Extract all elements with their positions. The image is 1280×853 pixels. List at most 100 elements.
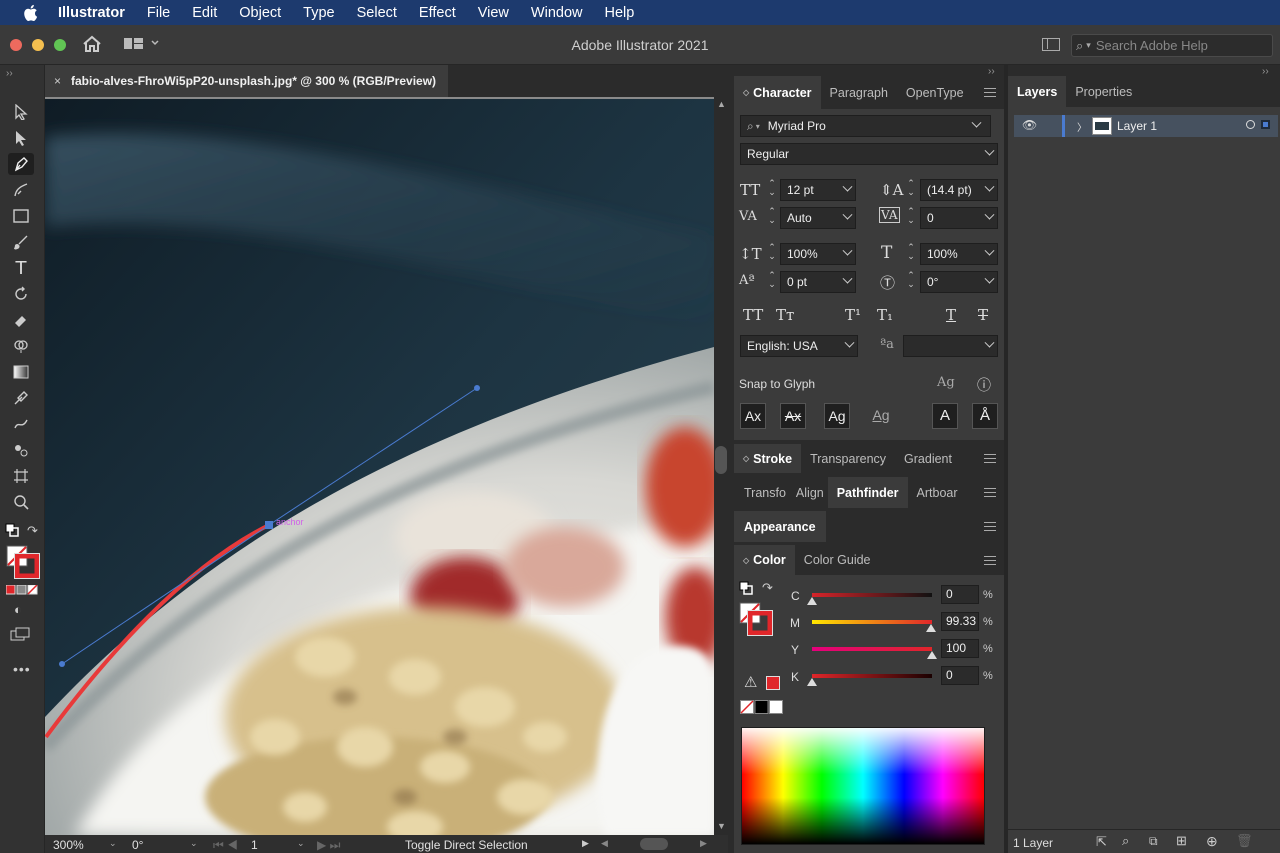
snap-info-icon[interactable]: ⓘ	[977, 375, 991, 395]
rectangle-tool-icon[interactable]	[8, 205, 34, 227]
magenta-value[interactable]: 99.33	[941, 612, 979, 631]
font-family-select[interactable]: ⌕ ▾ Myriad Pro	[740, 115, 991, 137]
document-tab[interactable]: × fabio-alves-FhroWi5pP20-unsplash.jpg* …	[45, 65, 448, 97]
export-icon[interactable]: ⇱	[1096, 834, 1107, 850]
vertical-scale-stepper[interactable]: ⌃ ⌄	[765, 243, 779, 265]
pen-tool-icon[interactable]	[8, 153, 34, 175]
rotation-value[interactable]: 0°	[132, 838, 143, 852]
artboard-canvas[interactable]: anchor	[45, 97, 714, 835]
tab-color[interactable]: ◇ Color	[734, 545, 795, 575]
quick-swatches[interactable]	[740, 700, 784, 717]
tracking-stepper[interactable]: ⌃ ⌄	[904, 207, 918, 229]
selection-tool-icon[interactable]	[8, 101, 34, 123]
tab-artboards[interactable]: Artboar	[908, 477, 968, 508]
snap-angular-icon[interactable]: A	[932, 403, 958, 429]
cyan-value[interactable]: 0	[941, 585, 979, 604]
gamut-color-swatch[interactable]	[766, 676, 780, 690]
leading-stepper[interactable]: ⌃ ⌄	[904, 179, 918, 201]
layer-name[interactable]: Layer 1	[1117, 119, 1157, 133]
vertical-scroll-thumb[interactable]	[715, 446, 727, 474]
artboard-tool-icon[interactable]	[8, 465, 34, 487]
artboard-nav-last-icon[interactable]: ▶ ⏭	[317, 838, 340, 853]
menu-object[interactable]: Object	[239, 5, 281, 21]
font-size-stepper[interactable]: ⌃ ⌄	[765, 179, 779, 201]
yellow-slider[interactable]	[812, 647, 932, 651]
swap-fill-stroke-icon[interactable]: ↷	[27, 523, 38, 539]
collapse-toolbar-icon[interactable]: ››	[6, 68, 13, 79]
kerning-stepper[interactable]: ⌃ ⌄	[765, 207, 779, 229]
layer-selection-indicator[interactable]	[1261, 120, 1270, 129]
rotate-tool-icon[interactable]	[8, 283, 34, 305]
tracking-input[interactable]: 0	[920, 207, 998, 229]
snap-x-height-icon[interactable]: Ax	[780, 403, 806, 429]
character-rotation-input[interactable]: 0°	[920, 271, 998, 293]
horizontal-scale-stepper[interactable]: ⌃ ⌄	[904, 243, 918, 265]
type-tool-icon[interactable]: T	[8, 257, 34, 279]
default-fill-stroke-icon[interactable]	[5, 523, 19, 540]
font-style-select[interactable]: Regular	[740, 143, 998, 165]
appearance-panel-menu-icon[interactable]	[984, 522, 996, 531]
clipping-mask-icon[interactable]: ⧉	[1149, 834, 1158, 849]
cyan-slider-thumb[interactable]	[807, 597, 817, 605]
fill-stroke-swatch[interactable]	[6, 545, 40, 582]
panel-toggle-icon[interactable]	[1042, 38, 1060, 51]
menu-view[interactable]: View	[478, 5, 509, 21]
zoom-tool-icon[interactable]	[8, 491, 34, 513]
color-default-icon[interactable]	[739, 581, 753, 598]
apple-icon[interactable]	[22, 4, 40, 22]
strikethrough-icon[interactable]: T	[978, 306, 988, 324]
horizontal-scroll-thumb[interactable]	[640, 838, 668, 850]
menu-app[interactable]: Illustrator	[58, 5, 125, 21]
glyph-guide-icon[interactable]: Ag	[937, 375, 955, 390]
menu-type[interactable]: Type	[303, 5, 334, 21]
tab-color-guide[interactable]: Color Guide	[795, 545, 880, 575]
snap-baseline-icon[interactable]: Ax	[740, 403, 766, 429]
font-size-input[interactable]: 12 pt	[780, 179, 856, 201]
scroll-down-icon[interactable]: ▼	[717, 821, 726, 831]
subscript-icon[interactable]: T₁	[877, 306, 893, 324]
close-document-icon[interactable]: ×	[54, 74, 61, 88]
tab-gradient[interactable]: Gradient	[895, 444, 961, 473]
expand-layer-icon[interactable]: 〉	[1077, 119, 1087, 134]
snap-proximity-icon[interactable]: Ag	[868, 403, 894, 429]
anti-aliasing-select[interactable]	[903, 335, 998, 357]
tab-properties[interactable]: Properties	[1066, 76, 1141, 107]
tab-layers[interactable]: Layers	[1008, 76, 1067, 107]
color-panel-menu-icon[interactable]	[984, 556, 996, 565]
blend-tool-icon[interactable]	[8, 413, 34, 435]
scroll-right-icon[interactable]: ▶	[700, 838, 707, 849]
language-select[interactable]: English: USA	[740, 335, 858, 357]
snap-glyph-bounds-icon[interactable]: Ag	[824, 403, 850, 429]
menu-help[interactable]: Help	[604, 5, 634, 21]
delete-layer-icon[interactable]: 🗑	[1236, 833, 1253, 849]
tab-character[interactable]: ◇ Character	[734, 76, 821, 109]
tab-opentype[interactable]: OpenType	[897, 76, 973, 109]
zoom-dropdown-icon[interactable]: ⌄	[109, 838, 117, 849]
menu-effect[interactable]: Effect	[419, 5, 456, 21]
gradient-tool-icon[interactable]	[8, 361, 34, 383]
paintbrush-tool-icon[interactable]	[8, 231, 34, 253]
small-caps-icon[interactable]: Tт	[776, 306, 794, 324]
out-of-gamut-warning-icon[interactable]: ⚠	[744, 673, 757, 691]
kerning-select[interactable]: Auto	[780, 207, 856, 229]
black-slider[interactable]	[812, 674, 932, 678]
yellow-slider-thumb[interactable]	[927, 651, 937, 659]
eyedropper-tool-icon[interactable]	[8, 387, 34, 409]
zoom-level[interactable]: 300%	[53, 838, 84, 852]
tab-transparency[interactable]: Transparency	[801, 444, 895, 473]
color-mode-icons[interactable]	[5, 584, 38, 598]
scroll-up-icon[interactable]: ▲	[717, 99, 726, 109]
magenta-slider[interactable]	[812, 620, 932, 624]
artboard-number[interactable]: 1	[251, 838, 258, 852]
artboard-nav-first-icon[interactable]: ⏮ ◀	[213, 838, 238, 853]
symbol-sprayer-tool-icon[interactable]	[8, 439, 34, 461]
layer-target-icon[interactable]	[1246, 120, 1255, 129]
superscript-icon[interactable]: T¹	[845, 306, 861, 324]
black-slider-thumb[interactable]	[807, 678, 817, 686]
character-panel-menu-icon[interactable]	[984, 88, 996, 97]
menu-window[interactable]: Window	[531, 5, 583, 21]
pathfinder-panel-menu-icon[interactable]	[984, 488, 996, 497]
locate-object-icon[interactable]: ⌕	[1122, 833, 1129, 849]
leading-input[interactable]: (14.4 pt)	[920, 179, 998, 201]
color-swap-icon[interactable]: ↷	[762, 580, 773, 596]
